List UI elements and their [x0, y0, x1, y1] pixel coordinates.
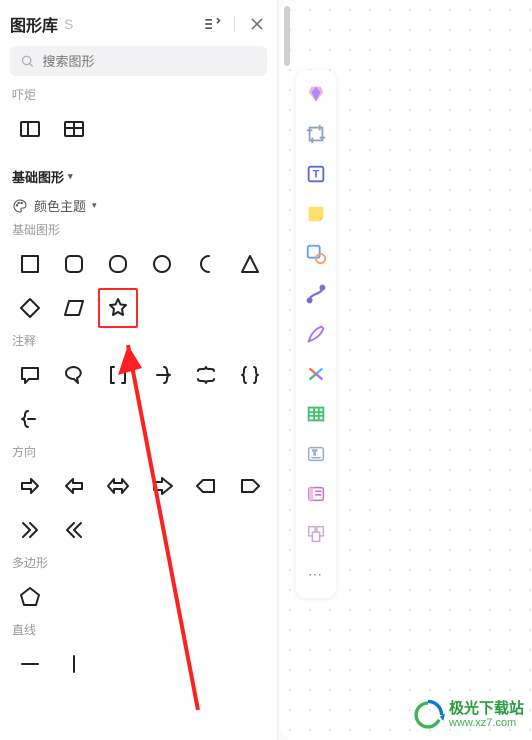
line-horizontal-icon[interactable]: [10, 644, 50, 684]
pen-tool-icon[interactable]: [300, 318, 332, 350]
star-icon[interactable]: [98, 288, 138, 328]
search-field[interactable]: [10, 46, 267, 76]
speech-round-icon[interactable]: [54, 355, 94, 395]
canvas-scrollbar[interactable]: [284, 6, 290, 66]
panel-subtitle: S: [64, 16, 73, 32]
layout-top-icon[interactable]: [54, 109, 94, 149]
search-icon: [20, 53, 34, 69]
canvas-toolbar: T T ⋯: [296, 70, 336, 598]
arrow-left-icon[interactable]: [54, 466, 94, 506]
brace-close-icon[interactable]: [10, 399, 50, 439]
square-icon[interactable]: [10, 244, 50, 284]
search-input[interactable]: [42, 54, 257, 69]
mindmap-tool-icon[interactable]: [300, 358, 332, 390]
brace-open-icon[interactable]: [142, 355, 182, 395]
tag-left-icon[interactable]: [186, 466, 226, 506]
text-tool-icon[interactable]: T: [300, 158, 332, 190]
template-tool-icon[interactable]: [300, 518, 332, 550]
divider: [234, 16, 235, 32]
arrow-right-icon[interactable]: [10, 466, 50, 506]
color-theme-label: 颜色主题: [34, 196, 86, 215]
truncated-section-label: 吓炬: [12, 86, 265, 103]
parallelogram-icon[interactable]: [54, 288, 94, 328]
textbox-tool-icon[interactable]: T: [300, 438, 332, 470]
circle-icon[interactable]: [142, 244, 182, 284]
chevron-down-icon: ▾: [68, 171, 73, 182]
rounded-square-icon[interactable]: [54, 244, 94, 284]
brand-watermark: 极光下载站 www.xz7.com: [411, 698, 524, 732]
brand-url: www.xz7.com: [449, 717, 524, 729]
svg-text:T: T: [313, 169, 320, 181]
connector-tool-icon[interactable]: [300, 278, 332, 310]
pentagon-icon[interactable]: [10, 577, 50, 617]
panel-title: 图形库: [10, 12, 58, 36]
brace-pair-icon[interactable]: [230, 355, 270, 395]
group-basic-label: 基础图形: [12, 221, 265, 238]
brace-horizontal-icon[interactable]: [186, 355, 226, 395]
group-line-label: 直线: [12, 621, 265, 638]
arrow-bold-right-icon[interactable]: [142, 466, 182, 506]
svg-text:T: T: [312, 448, 317, 457]
section-basic-title[interactable]: 基础图形 ▾: [12, 167, 265, 186]
brackets-icon[interactable]: [98, 355, 138, 395]
table-tool-icon[interactable]: [300, 398, 332, 430]
group-annotation-label: 注释: [12, 332, 265, 349]
shape-tool-icon[interactable]: [300, 238, 332, 270]
more-tool-icon[interactable]: ⋯: [300, 558, 332, 590]
diamond-tool-icon[interactable]: [300, 78, 332, 110]
shape-library-panel: 图形库 S 吓炬 基础图形 ▾ 颜色主题 ▾ 基础图形: [0, 0, 278, 740]
sticky-note-tool-icon[interactable]: [300, 198, 332, 230]
speech-square-icon[interactable]: [10, 355, 50, 395]
panel-header: 图形库 S: [10, 12, 267, 36]
palette-icon: [12, 198, 28, 214]
diamond-icon[interactable]: [10, 288, 50, 328]
settings-icon[interactable]: [202, 14, 222, 34]
close-icon[interactable]: [247, 14, 267, 34]
triangle-icon[interactable]: [230, 244, 270, 284]
chevron-double-left-icon[interactable]: [54, 510, 94, 550]
brand-name: 极光下载站: [449, 701, 524, 718]
chevron-down-icon: ▾: [92, 200, 97, 211]
card-tool-icon[interactable]: [300, 478, 332, 510]
tag-right-icon[interactable]: [230, 466, 270, 506]
crescent-icon[interactable]: [186, 244, 226, 284]
brand-logo-icon: [411, 698, 445, 732]
color-theme-button[interactable]: 颜色主题 ▾: [12, 196, 265, 215]
arrow-leftright-icon[interactable]: [98, 466, 138, 506]
group-polygon-label: 多边形: [12, 554, 265, 571]
squircle-icon[interactable]: [98, 244, 138, 284]
line-vertical-icon[interactable]: [54, 644, 94, 684]
chevron-double-right-icon[interactable]: [10, 510, 50, 550]
layout-left-icon[interactable]: [10, 109, 50, 149]
crop-tool-icon[interactable]: [300, 118, 332, 150]
group-direction-label: 方向: [12, 443, 265, 460]
